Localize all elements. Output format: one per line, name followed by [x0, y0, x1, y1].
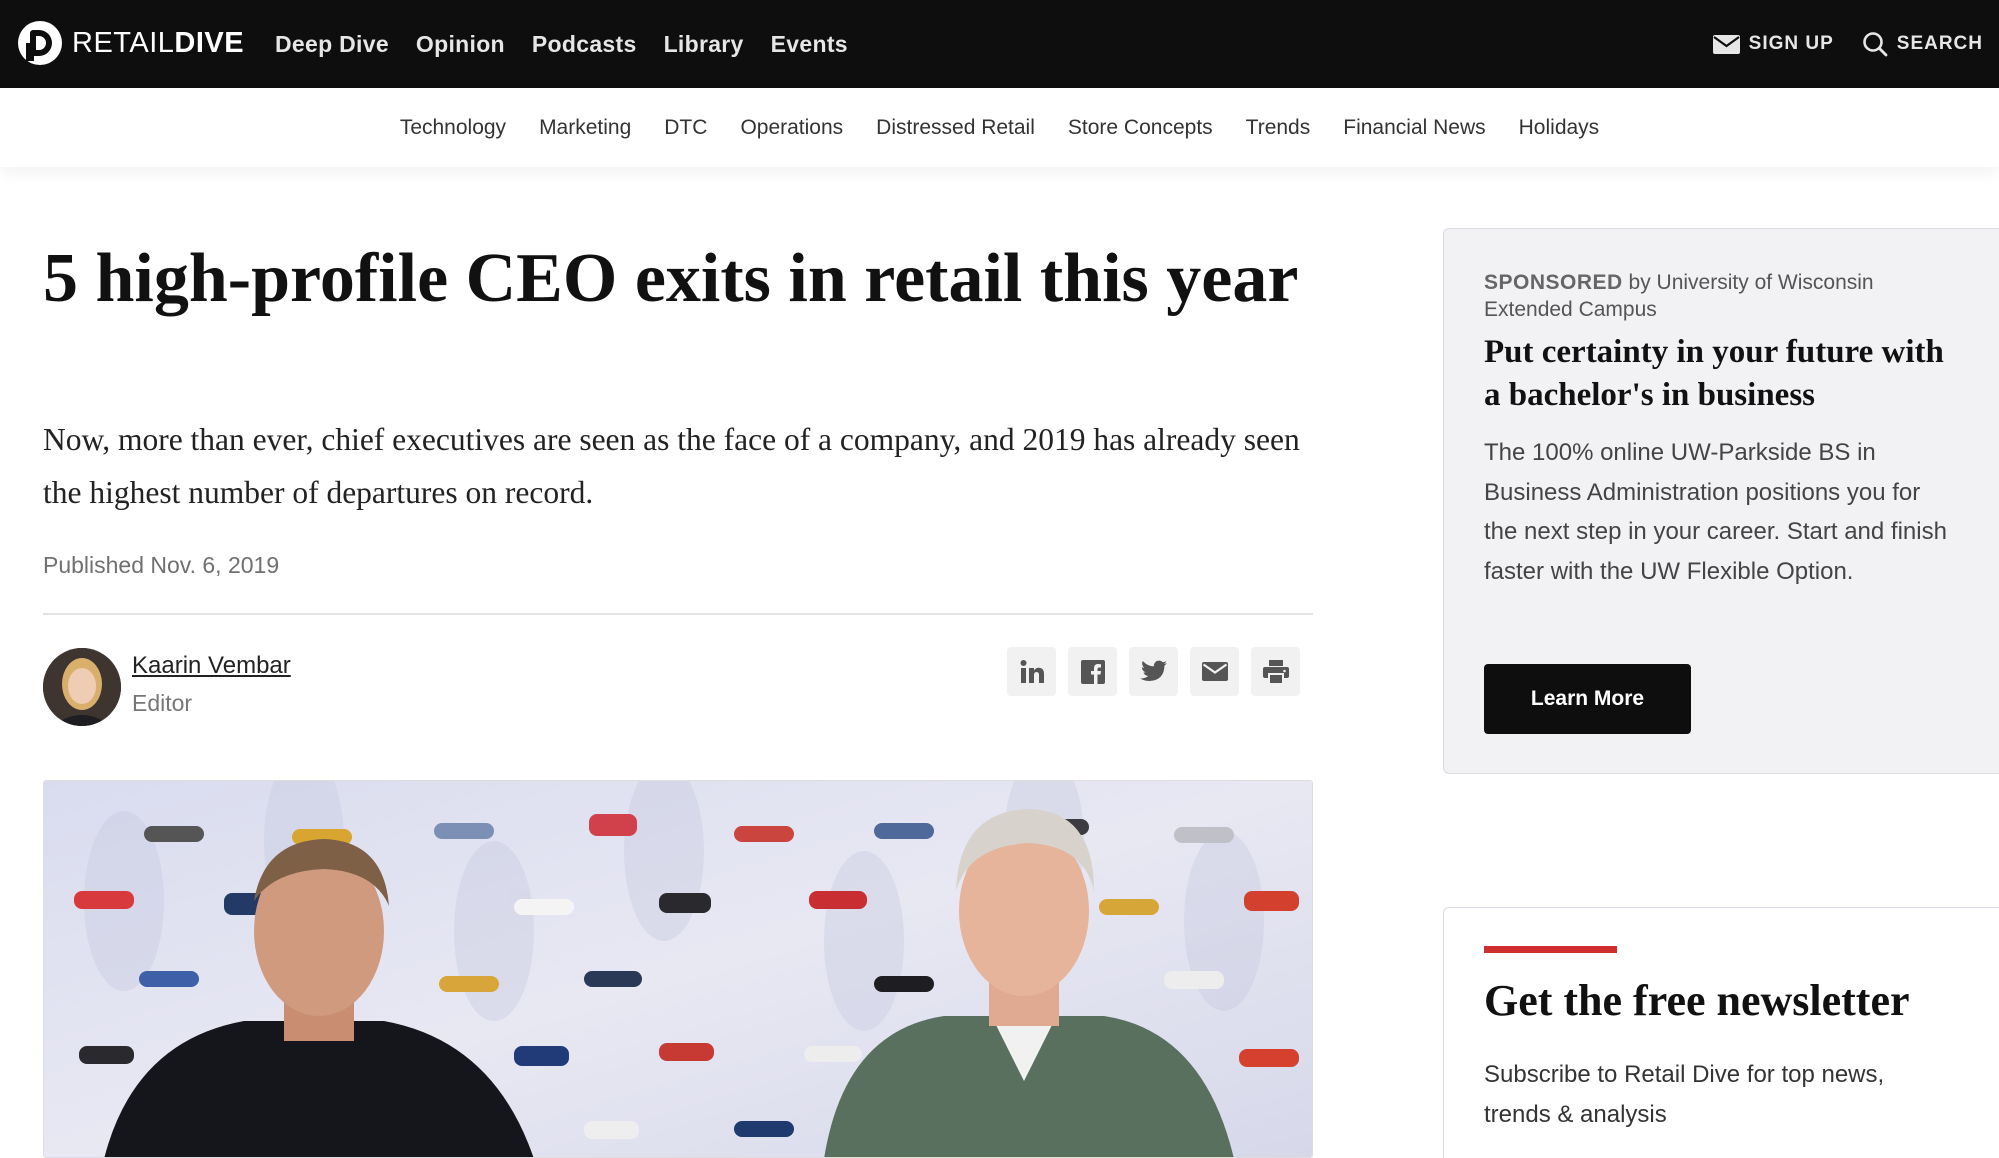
sponsored-label: SPONSORED by University of Wisconsin Ext…	[1484, 271, 1874, 321]
article-hero-image	[43, 780, 1313, 1158]
share-email-button[interactable]	[1190, 647, 1239, 696]
email-icon	[1201, 662, 1228, 681]
print-icon	[1262, 659, 1289, 684]
topic-subnav: Technology Marketing DTC Operations Dist…	[0, 88, 1999, 167]
sponsored-content-box: SPONSORED by University of Wisconsin Ext…	[1443, 228, 1999, 774]
nav-events[interactable]: Events	[771, 31, 848, 58]
subnav-dtc[interactable]: DTC	[664, 116, 707, 140]
print-button[interactable]	[1251, 647, 1300, 696]
newsletter-accent-bar	[1484, 946, 1617, 953]
subnav-trends[interactable]: Trends	[1246, 116, 1311, 140]
facebook-icon	[1080, 659, 1105, 684]
author-avatar[interactable]	[43, 648, 121, 726]
subnav-technology[interactable]: Technology	[400, 116, 506, 140]
sign-up-label: SIGN UP	[1748, 33, 1834, 54]
newsletter-description: Subscribe to Retail Dive for top news, t…	[1484, 1061, 1885, 1128]
subnav-financial-news[interactable]: Financial News	[1343, 116, 1485, 140]
top-right-actions: SIGN UP SEARCH	[1685, 0, 1983, 88]
share-twitter-button[interactable]	[1129, 647, 1178, 696]
search-icon	[1862, 32, 1888, 57]
nav-library[interactable]: Library	[664, 31, 744, 58]
subnav-marketing[interactable]: Marketing	[539, 116, 631, 140]
retail-dive-logo-icon	[18, 21, 62, 65]
newsletter-signup-box: Get the free newsletter Subscribe to Ret…	[1443, 907, 1999, 1158]
published-date: Published Nov. 6, 2019	[43, 552, 280, 578]
author-name-link[interactable]: Kaarin Vembar	[132, 652, 291, 680]
sponsored-body: The 100% online UW-Parkside BS in Busine…	[1484, 439, 1947, 585]
main-nav: Deep Dive Opinion Podcasts Library Event…	[275, 0, 875, 88]
nav-deep-dive[interactable]: Deep Dive	[275, 31, 389, 58]
subnav-operations[interactable]: Operations	[740, 116, 843, 140]
search-label: SEARCH	[1896, 33, 1983, 54]
nav-podcasts[interactable]: Podcasts	[532, 31, 637, 58]
share-toolbar	[1007, 647, 1312, 696]
learn-more-button[interactable]: Learn More	[1484, 664, 1691, 734]
subnav-holidays[interactable]: Holidays	[1519, 116, 1600, 140]
article-headline: 5 high-profile CEO exits in retail this …	[43, 240, 1299, 317]
author-role: Editor	[132, 690, 193, 716]
divider	[43, 613, 1313, 615]
search-button[interactable]: SEARCH	[1862, 31, 1983, 57]
retail-dive-logo[interactable]: RETAILDIVE	[18, 19, 244, 67]
nav-opinion[interactable]: Opinion	[416, 31, 505, 58]
subnav-store-concepts[interactable]: Store Concepts	[1068, 116, 1213, 140]
share-linkedin-button[interactable]	[1007, 647, 1056, 696]
newsletter-title: Get the free newsletter	[1484, 976, 1910, 1025]
twitter-icon	[1139, 660, 1167, 681]
sponsored-title[interactable]: Put certainty in your future with a bach…	[1484, 331, 1954, 417]
envelope-icon	[1712, 34, 1740, 54]
sign-up-link[interactable]: SIGN UP	[1712, 33, 1834, 55]
top-navigation-bar: RETAILDIVE Deep Dive Opinion Podcasts Li…	[0, 0, 1999, 88]
subnav-distressed-retail[interactable]: Distressed Retail	[876, 116, 1035, 140]
article-dek: Now, more than ever, chief executives ar…	[43, 422, 1300, 510]
share-facebook-button[interactable]	[1068, 647, 1117, 696]
linkedin-icon	[1020, 659, 1044, 683]
logo-wordmark: RETAILDIVE	[72, 26, 245, 59]
